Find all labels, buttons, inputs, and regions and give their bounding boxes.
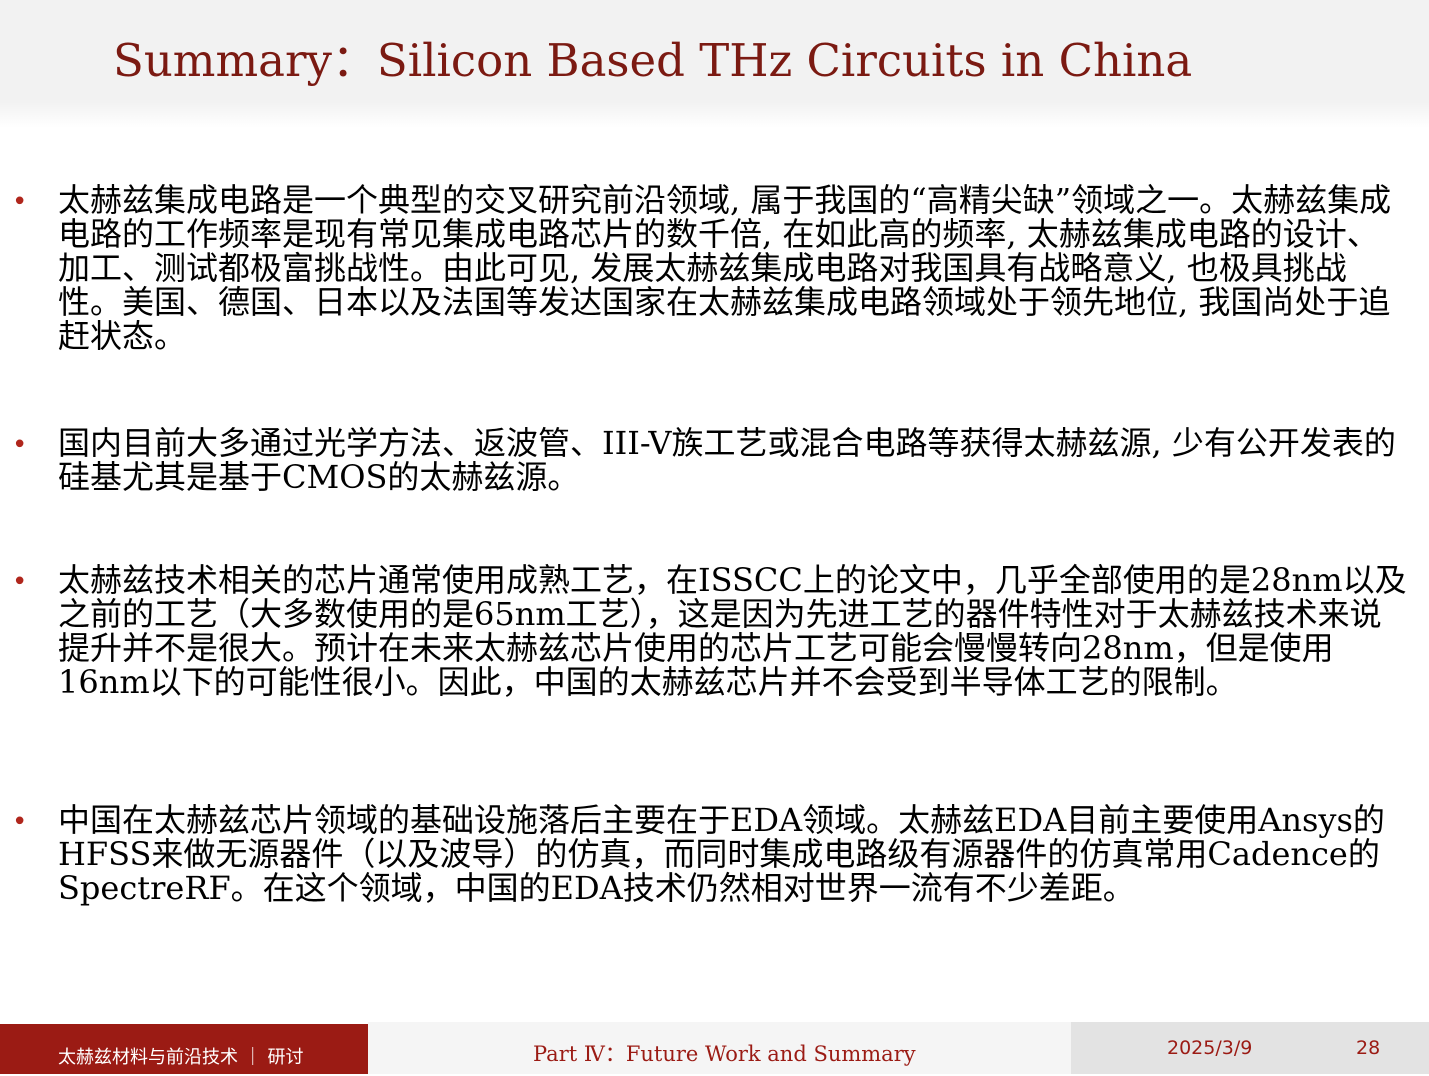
footer-course-block: 太赫兹材料与前沿技术 ｜ 研讨 xyxy=(0,1024,368,1074)
slide: Summary：Silicon Based THz Circuits in Ch… xyxy=(0,0,1429,1076)
bullet-text: 国内目前大多通过光学方法、返波管、III-V族工艺或混合电路等获得太赫兹源, 少… xyxy=(58,424,1396,496)
footer-section-label: Part Ⅳ：Future Work and Summary xyxy=(533,1042,916,1066)
footer-section-block: Part Ⅳ：Future Work and Summary xyxy=(368,1022,1071,1074)
page-number: 28 xyxy=(1356,1037,1381,1059)
bullet-text: 中国在太赫兹芯片领域的基础设施落后主要在于EDA领域。太赫兹EDA目前主要使用A… xyxy=(58,801,1385,907)
bullet-marker: • xyxy=(12,567,28,597)
slide-footer: 太赫兹材料与前沿技术 ｜ 研讨 Part Ⅳ：Future Work and S… xyxy=(0,1022,1429,1076)
slide-title: Summary：Silicon Based THz Circuits in Ch… xyxy=(113,34,1193,87)
bullet-marker: • xyxy=(12,187,28,217)
bullet-marker: • xyxy=(12,807,28,837)
footer-course-label: 太赫兹材料与前沿技术 ｜ 研讨 xyxy=(58,1047,304,1068)
footer-date: 2025/3/9 xyxy=(1167,1037,1253,1059)
bullet-text: 太赫兹技术相关的芯片通常使用成熟工艺，在ISSCC上的论文中，几乎全部使用的是2… xyxy=(58,561,1407,701)
bullet-text: 太赫兹集成电路是一个典型的交叉研究前沿领域, 属于我国的“高精尖缺”领域之一。太… xyxy=(58,181,1392,355)
bullet-marker: • xyxy=(12,430,28,460)
footer-meta-block: 2025/3/9 28 xyxy=(1071,1022,1429,1074)
